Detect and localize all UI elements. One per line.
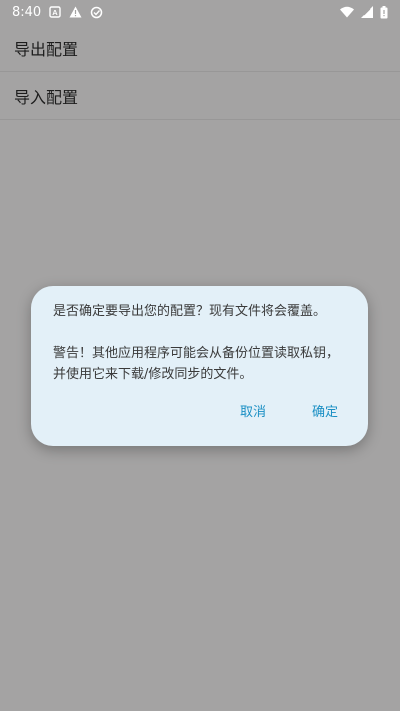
dialog-message: 是否确定要导出您的配置？现有文件将会覆盖。 警告！其他应用程序可能会从备份位置读… [53,304,340,382]
confirm-export-dialog: 是否确定要导出您的配置？现有文件将会覆盖。 警告！其他应用程序可能会从备份位置读… [31,286,368,446]
confirm-button[interactable]: 确定 [306,397,344,424]
cancel-button[interactable]: 取消 [234,397,272,424]
dialog-actions: 取消 确定 [234,397,344,424]
